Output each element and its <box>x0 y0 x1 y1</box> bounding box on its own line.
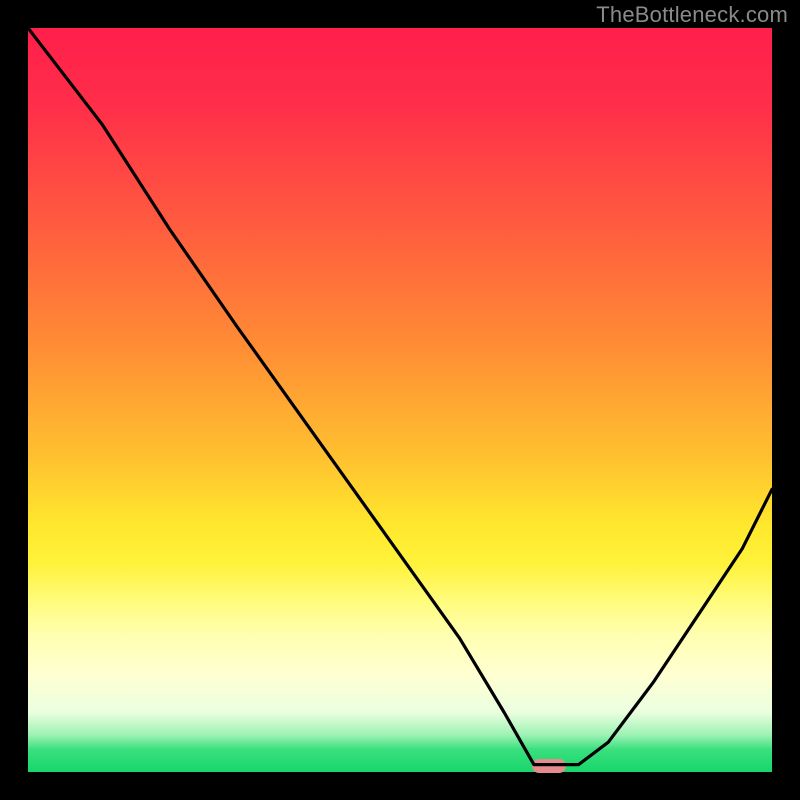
curve-overlay <box>28 28 772 772</box>
bottleneck-curve-path <box>28 28 772 765</box>
chart-frame: TheBottleneck.com <box>0 0 800 800</box>
watermark-text: TheBottleneck.com <box>596 2 788 28</box>
